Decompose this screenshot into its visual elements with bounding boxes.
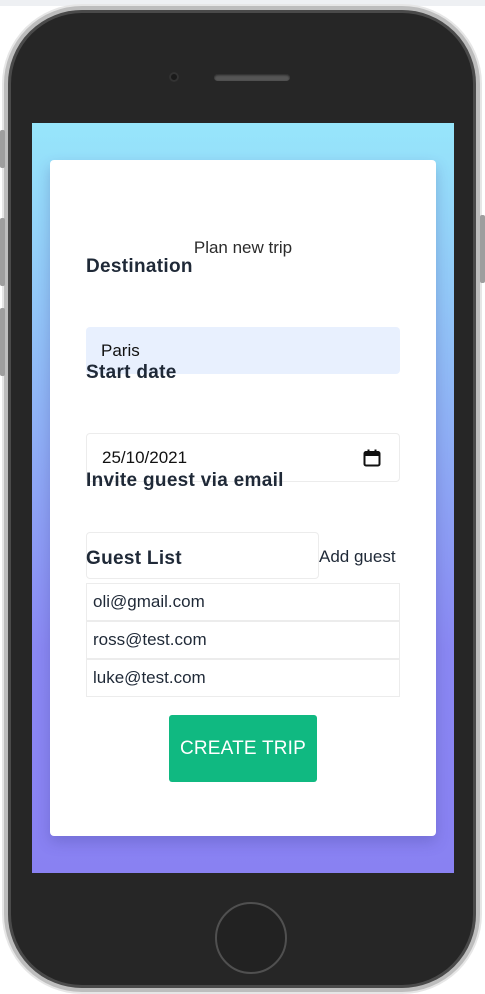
trip-form-card: Plan new trip Destination Paris Start da… xyxy=(50,160,436,836)
speaker-icon xyxy=(214,74,290,81)
destination-value: Paris xyxy=(101,340,140,360)
guest-list-item: luke@test.com xyxy=(86,659,400,697)
start-date-label: Start date xyxy=(86,362,177,383)
power-button xyxy=(480,215,485,283)
mute-switch xyxy=(0,130,5,168)
phone-screen: Plan new trip Destination Paris Start da… xyxy=(32,123,454,873)
guest-list-item: ross@test.com xyxy=(86,621,400,659)
volume-down-button xyxy=(0,308,5,376)
create-trip-button[interactable]: CREATE TRIP xyxy=(169,715,317,782)
guest-list-label: Guest List xyxy=(86,548,182,569)
start-date-value: 25/10/2021 xyxy=(102,447,188,467)
home-button[interactable] xyxy=(215,902,287,974)
camera-icon xyxy=(169,72,179,82)
calendar-icon[interactable] xyxy=(363,449,381,467)
volume-up-button xyxy=(0,218,5,286)
add-guest-button[interactable]: Add guest xyxy=(319,547,396,567)
destination-label: Destination xyxy=(86,256,193,277)
invite-guest-label: Invite guest via email xyxy=(86,470,284,491)
page-title: Plan new trip xyxy=(193,238,293,257)
guest-list-item: oli@gmail.com xyxy=(86,583,400,621)
